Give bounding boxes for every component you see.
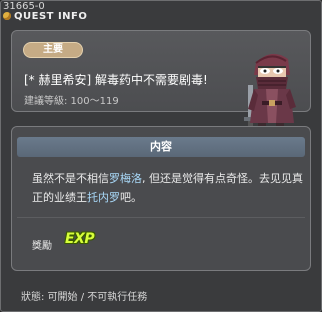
quest-description: 虽然不是不相信罗梅洛, 但还是觉得有点奇怪。去见见真正的业绩王托内罗吧。 — [32, 169, 312, 207]
description-text: 吧。 — [120, 191, 142, 204]
quest-header-panel: 主要 [* 赫里希安] 解毒药中不需要剧毒! 建議等級: 100～119 — [11, 30, 311, 131]
content-heading: 内容 — [17, 137, 305, 157]
quest-title: [* 赫里希安] 解毒药中不需要剧毒! — [24, 73, 208, 87]
quest-content-panel: 内容 虽然不是不相信罗梅洛, 但还是觉得有点奇怪。去见见真正的业绩王托内罗吧。 … — [11, 126, 311, 271]
quest-status: 狀態: 可開始 / 不可執行任務 — [21, 292, 148, 303]
description-text: 虽然不是不相信 — [32, 172, 109, 185]
quest-icon — [3, 12, 11, 20]
window-title-text: QUEST INFO — [14, 11, 88, 22]
npc-name-link: 罗梅洛 — [109, 172, 142, 185]
quest-type-badge: 主要 — [23, 42, 83, 58]
window-title: QUEST INFO — [3, 11, 93, 25]
recommended-level: 建議等級: 100～119 — [24, 96, 119, 107]
reward-label: 獎勵 — [32, 241, 52, 252]
exp-reward-icon: EXP — [65, 231, 95, 247]
quest-info-window: 31665-0 QUEST INFO 主要 [* 赫里希安] 解毒药中不需要剧毒… — [0, 0, 322, 312]
npc-name-link: 托内罗 — [87, 191, 120, 204]
npc-portrait-icon — [244, 53, 296, 131]
divider — [17, 217, 305, 218]
